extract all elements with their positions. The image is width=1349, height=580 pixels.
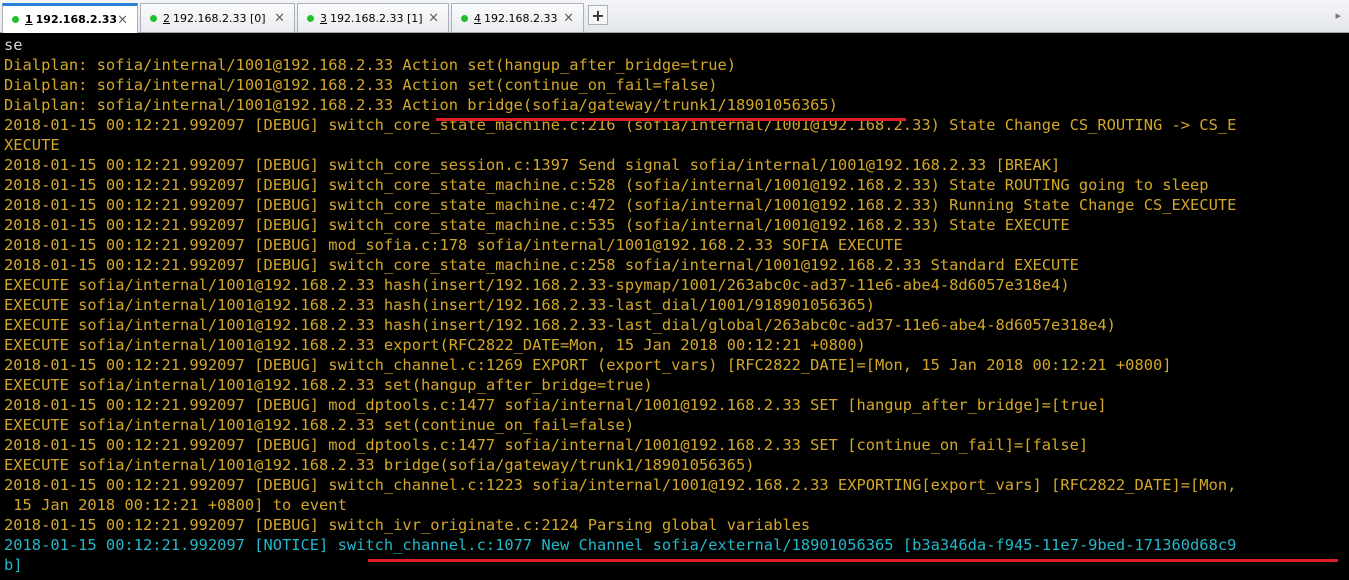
close-tab-icon[interactable]: × <box>428 11 439 26</box>
terminal-line: EXECUTE sofia/internal/1001@192.168.2.33… <box>4 416 635 434</box>
tab-label: 192.168.2.33 [0] <box>173 11 266 25</box>
tab-number: 2 <box>163 11 170 25</box>
tab-label: 192.168.2.33 <box>35 13 118 26</box>
terminal-line: 2018-01-15 00:12:21.992097 [DEBUG] switc… <box>4 196 1237 214</box>
tab-number: 3 <box>320 11 327 25</box>
session-tab-3[interactable]: 3 192.168.2.33 [1] × <box>297 3 449 32</box>
terminal-line: 2018-01-15 00:12:21.992097 [DEBUG] switc… <box>4 216 1070 234</box>
tab-number: 4 <box>474 11 481 25</box>
terminal-line: 2018-01-15 00:12:21.992097 [DEBUG] switc… <box>4 156 1061 174</box>
new-tab-button[interactable]: + <box>588 5 608 25</box>
connected-status-icon <box>12 16 19 23</box>
terminal-line: se <box>4 36 23 54</box>
terminal-line: 2018-01-15 00:12:21.992097 [DEBUG] switc… <box>4 176 1209 194</box>
tab-number: 1 <box>25 13 33 26</box>
terminal-line: EXECUTE sofia/internal/1001@192.168.2.33… <box>4 336 866 354</box>
close-tab-icon[interactable]: × <box>274 11 285 26</box>
terminal-line: Dialplan: sofia/internal/1001@192.168.2.… <box>4 76 718 94</box>
tab-label: 192.168.2.33 [1] <box>330 11 423 25</box>
scroll-right-icon[interactable]: ▸ <box>1335 9 1341 22</box>
terminal-line: EXECUTE sofia/internal/1001@192.168.2.33… <box>4 316 1116 334</box>
terminal-line: EXECUTE sofia/internal/1001@192.168.2.33… <box>4 296 875 314</box>
tab-bar: 1 192.168.2.33 × 2 192.168.2.33 [0] × 3 … <box>0 0 1349 33</box>
terminal-line: 2018-01-15 00:12:21.992097 [DEBUG] mod_s… <box>4 236 903 254</box>
terminal-line: EXECUTE sofia/internal/1001@192.168.2.33… <box>4 276 1070 294</box>
terminal-line: Dialplan: sofia/internal/1001@192.168.2.… <box>4 96 838 114</box>
terminal-line: EXECUTE sofia/internal/1001@192.168.2.33… <box>4 376 653 394</box>
terminal-output[interactable]: se Dialplan: sofia/internal/1001@192.168… <box>4 35 1345 575</box>
terminal-line: Dialplan: sofia/internal/1001@192.168.2.… <box>4 56 737 74</box>
terminal-line: 15 Jan 2018 00:12:21 +0800] to event <box>4 496 347 514</box>
connected-status-icon <box>307 14 314 22</box>
terminal-line: XECUTE <box>4 136 60 154</box>
terminal-line: 2018-01-15 00:12:21.992097 [DEBUG] mod_d… <box>4 436 1089 454</box>
new-channel-underline <box>368 559 1338 562</box>
close-tab-icon[interactable]: × <box>117 12 128 27</box>
terminal-line-notice: 2018-01-15 00:12:21.992097 [NOTICE] swit… <box>4 536 1237 554</box>
connected-status-icon <box>150 14 157 22</box>
terminal-line: 2018-01-15 00:12:21.992097 [DEBUG] switc… <box>4 356 1172 374</box>
session-tab-1[interactable]: 1 192.168.2.33 × <box>2 3 138 33</box>
bridge-action-underline <box>436 118 906 121</box>
session-tab-4[interactable]: 4 192.168.2.33 × <box>451 3 584 32</box>
terminal-line: EXECUTE sofia/internal/1001@192.168.2.33… <box>4 456 755 474</box>
close-tab-icon[interactable]: × <box>563 11 574 26</box>
terminal-line: 2018-01-15 00:12:21.992097 [DEBUG] switc… <box>4 256 1079 274</box>
session-tab-2[interactable]: 2 192.168.2.33 [0] × <box>140 3 295 32</box>
terminal-line: 2018-01-15 00:12:21.992097 [DEBUG] switc… <box>4 516 811 534</box>
terminal-line: 2018-01-15 00:12:21.992097 [DEBUG] switc… <box>4 476 1237 494</box>
connected-status-icon <box>461 14 468 22</box>
tab-label: 192.168.2.33 <box>484 11 558 25</box>
terminal-line: 2018-01-15 00:12:21.992097 [DEBUG] mod_d… <box>4 396 1107 414</box>
terminal-line-notice: b] <box>4 556 23 574</box>
